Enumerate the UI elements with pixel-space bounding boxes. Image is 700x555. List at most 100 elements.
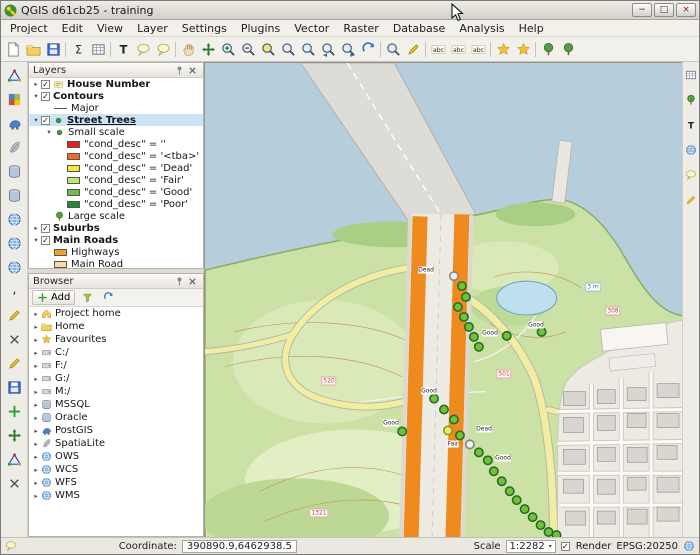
remove-layer-button[interactable] xyxy=(4,329,24,349)
expander-icon[interactable]: ▾ xyxy=(31,236,41,244)
layer-row-cond-desc-poor[interactable]: "cond_desc" = 'Poor' xyxy=(29,198,203,210)
layer-row-suburbs[interactable]: ▸✓Suburbs xyxy=(29,222,203,234)
move-annotation-button[interactable] xyxy=(153,39,173,59)
expander-icon[interactable]: ▸ xyxy=(31,362,41,370)
browser-item-m[interactable]: ▸M:/ xyxy=(29,385,203,398)
menu-raster[interactable]: Raster xyxy=(336,21,385,36)
zoom-out-button[interactable] xyxy=(238,39,258,59)
expander-icon[interactable]: ▸ xyxy=(31,349,41,357)
add-mssql-layer-button[interactable] xyxy=(4,161,24,181)
expander-icon[interactable]: ▸ xyxy=(31,388,41,396)
expander-icon[interactable]: ▸ xyxy=(31,427,41,435)
layer-checkbox[interactable]: ✓ xyxy=(41,116,50,125)
menu-database[interactable]: Database xyxy=(386,21,453,36)
log-messages-icon[interactable] xyxy=(5,540,17,552)
save-project-button[interactable] xyxy=(43,39,63,59)
layer-checkbox[interactable]: ✓ xyxy=(41,92,50,101)
browser-item-postgis[interactable]: ▸PostGIS xyxy=(29,424,203,437)
expander-icon[interactable]: ▸ xyxy=(31,224,41,232)
expander-icon[interactable]: ▸ xyxy=(31,466,41,474)
crs-status-icon[interactable] xyxy=(683,540,695,552)
zoom-to-selection-button[interactable] xyxy=(278,39,298,59)
browser-panel-header[interactable]: Browser xyxy=(29,274,203,289)
add-oracle-layer-button[interactable] xyxy=(4,185,24,205)
expander-icon[interactable]: ▸ xyxy=(31,323,41,331)
text-annotation-button[interactable] xyxy=(113,39,133,59)
zoom-last-button[interactable] xyxy=(318,39,338,59)
browser-refresh-button[interactable] xyxy=(100,290,117,306)
add-delimited-text-layer-button[interactable] xyxy=(4,281,24,301)
identify-features-button[interactable] xyxy=(383,39,403,59)
map-canvas[interactable]: DeadGoodGoodGoodGoodFairDeadGood52050113… xyxy=(204,62,684,539)
scale-combo[interactable]: 1:2282 ▾ xyxy=(506,540,556,553)
expander-icon[interactable]: ▸ xyxy=(31,80,41,88)
expander-icon[interactable]: ▾ xyxy=(31,92,41,100)
menu-analysis[interactable]: Analysis xyxy=(452,21,511,36)
layer-checkbox[interactable]: ✓ xyxy=(41,236,50,245)
menu-layer[interactable]: Layer xyxy=(130,21,175,36)
toggle-editing-button[interactable] xyxy=(4,353,24,373)
osm-tools-button[interactable] xyxy=(681,140,700,160)
layer-row-contours[interactable]: ▾✓Contours xyxy=(29,90,203,102)
layer-row-main-roads[interactable]: ▾✓Main Roads xyxy=(29,234,203,246)
layers-panel-header[interactable]: Layers xyxy=(29,63,203,78)
layer-row-highways[interactable]: Highways xyxy=(29,246,203,258)
layer-row-street-trees[interactable]: ▾✓Street Trees xyxy=(29,114,203,126)
expander-icon[interactable]: ▸ xyxy=(31,401,41,409)
layer-row-cond-desc[interactable]: "cond_desc" = '' xyxy=(29,138,203,150)
labeling-options-button[interactable] xyxy=(428,39,448,59)
menu-vector[interactable]: Vector xyxy=(287,21,336,36)
add-raster-layer-button[interactable] xyxy=(4,89,24,109)
browser-item-wcs[interactable]: ▸WCS xyxy=(29,463,203,476)
save-layer-edits-button[interactable] xyxy=(4,377,24,397)
panel-float-button[interactable] xyxy=(173,64,186,77)
move-feature-button[interactable] xyxy=(4,425,24,445)
annotation-tool-button[interactable] xyxy=(681,190,700,210)
map-tips-button[interactable] xyxy=(681,165,700,185)
title-bar[interactable]: QGIS d61cb25 - training −□× xyxy=(1,1,699,20)
add-postgis-layer-button[interactable] xyxy=(4,113,24,133)
form-annotation-button[interactable] xyxy=(133,39,153,59)
move-labels-button[interactable] xyxy=(468,39,488,59)
browser-filter-button[interactable] xyxy=(79,290,96,306)
browser-item-f[interactable]: ▸F:/ xyxy=(29,359,203,372)
epsg-status[interactable]: EPSG:20250 xyxy=(616,541,678,552)
expander-icon[interactable]: ▸ xyxy=(31,492,41,500)
layer-row-cond-desc-fair[interactable]: "cond_desc" = 'Fair' xyxy=(29,174,203,186)
expander-icon[interactable]: ▸ xyxy=(31,414,41,422)
browser-item-project-home[interactable]: ▸Project home xyxy=(29,307,203,320)
browser-item-ows[interactable]: ▸OWS xyxy=(29,450,203,463)
expander-icon[interactable]: ▸ xyxy=(31,310,41,318)
expander-icon[interactable]: ▾ xyxy=(44,128,54,136)
menu-project[interactable]: Project xyxy=(3,21,55,36)
grass-tools-button[interactable] xyxy=(681,90,700,110)
layer-row-small-scale[interactable]: ▾Small scale xyxy=(29,126,203,138)
panel-close-button[interactable] xyxy=(186,64,199,77)
add-wcs-layer-button[interactable] xyxy=(4,233,24,253)
touch-zoom-button[interactable] xyxy=(178,39,198,59)
panel-float-button[interactable] xyxy=(173,275,186,288)
menu-edit[interactable]: Edit xyxy=(55,21,90,36)
add-vector-layer-button[interactable] xyxy=(4,65,24,85)
layer-checkbox[interactable]: ✓ xyxy=(41,80,50,89)
browser-item-home[interactable]: ▸Home xyxy=(29,320,203,333)
add-wms-layer-button[interactable] xyxy=(4,209,24,229)
layer-row-main-road[interactable]: Main Road xyxy=(29,258,203,268)
statistical-summary-button[interactable] xyxy=(68,39,88,59)
add-wfs-layer-button[interactable] xyxy=(4,257,24,277)
browser-item-wfs[interactable]: ▸WFS xyxy=(29,476,203,489)
layer-row-cond-desc-good[interactable]: "cond_desc" = 'Good' xyxy=(29,186,203,198)
expander-icon[interactable]: ▸ xyxy=(31,440,41,448)
render-checkbox[interactable]: ✓ Render xyxy=(561,541,612,552)
legend-tools-button[interactable] xyxy=(558,39,578,59)
new-project-button[interactable] xyxy=(3,39,23,59)
expander-icon[interactable]: ▸ xyxy=(31,336,41,344)
maximize-button[interactable]: □ xyxy=(654,3,674,17)
node-tool-button[interactable] xyxy=(4,449,24,469)
expander-icon[interactable]: ▸ xyxy=(31,375,41,383)
browser-item-mssql[interactable]: ▸MSSQL xyxy=(29,398,203,411)
browser-item-oracle[interactable]: ▸Oracle xyxy=(29,411,203,424)
expander-icon[interactable]: ▸ xyxy=(31,453,41,461)
browser-item-wms[interactable]: ▸WMS xyxy=(29,489,203,502)
zoom-full-extent-button[interactable] xyxy=(258,39,278,59)
